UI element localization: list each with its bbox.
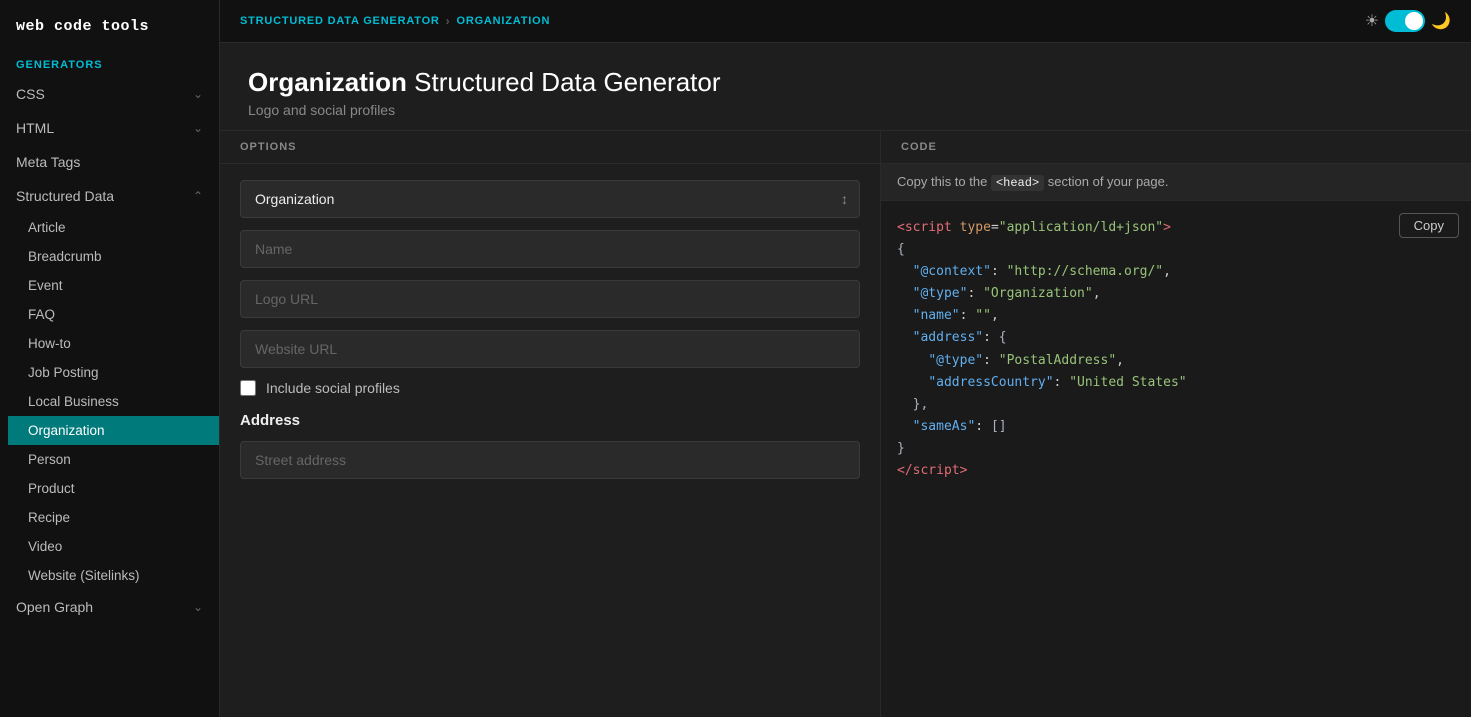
- type-select[interactable]: Organization Local Business Person Produ…: [240, 180, 860, 218]
- sidebar-item-job-posting[interactable]: Job Posting: [8, 358, 219, 387]
- name-input[interactable]: [240, 230, 860, 268]
- sidebar-item-person[interactable]: Person: [8, 445, 219, 474]
- sidebar-item-website-sitelinks[interactable]: Website (Sitelinks): [8, 561, 219, 590]
- code-notice-text: Copy this to the: [897, 174, 991, 189]
- copy-button[interactable]: Copy: [1399, 213, 1459, 238]
- sidebar-item-label: How-to: [28, 336, 71, 351]
- code-notice-suffix: section of your page.: [1044, 174, 1168, 189]
- chevron-down-icon: ⌄: [193, 600, 203, 614]
- topbar: STRUCTURED DATA GENERATOR › ORGANIZATION…: [220, 0, 1471, 43]
- chevron-down-icon: ⌄: [193, 121, 203, 135]
- app-logo: web code tools: [0, 0, 219, 49]
- code-notice: Copy this to the <head> section of your …: [881, 164, 1471, 201]
- sidebar-item-article[interactable]: Article: [8, 213, 219, 242]
- sidebar-item-label: FAQ: [28, 307, 55, 322]
- sidebar-item-label: Open Graph: [16, 599, 93, 615]
- sidebar-item-faq[interactable]: FAQ: [8, 300, 219, 329]
- sidebar-item-event[interactable]: Event: [8, 271, 219, 300]
- page-subtitle: Logo and social profiles: [248, 102, 1443, 118]
- code-panel: CODE Copy this to the <head> section of …: [881, 131, 1471, 717]
- name-field: [240, 230, 860, 268]
- sidebar-item-label: Event: [28, 278, 63, 293]
- sidebar-item-label: Local Business: [28, 394, 119, 409]
- logo-url-input[interactable]: [240, 280, 860, 318]
- code-panel-header: CODE: [881, 131, 1471, 164]
- sidebar-item-structured-data[interactable]: Structured Data ⌃: [0, 179, 219, 213]
- toggle-knob: [1405, 12, 1423, 30]
- sidebar-item-label: Video: [28, 539, 62, 554]
- sidebar: web code tools GENERATORS CSS ⌄ HTML ⌄ M…: [0, 0, 220, 717]
- breadcrumb-parent[interactable]: STRUCTURED DATA GENERATOR: [240, 15, 440, 27]
- type-select-wrapper: Organization Local Business Person Produ…: [240, 180, 860, 218]
- options-panel-header: OPTIONS: [220, 131, 880, 164]
- sidebar-item-open-graph[interactable]: Open Graph ⌄: [0, 590, 219, 624]
- breadcrumb-separator: ›: [446, 14, 451, 28]
- sidebar-item-label: Article: [28, 220, 66, 235]
- code-notice-head: <head>: [991, 175, 1044, 191]
- sidebar-item-breadcrumb[interactable]: Breadcrumb: [8, 242, 219, 271]
- address-section-label: Address: [240, 412, 860, 429]
- chevron-down-icon: ⌄: [193, 87, 203, 101]
- theme-toggle[interactable]: ☀ 🌙: [1365, 10, 1451, 32]
- sidebar-item-product[interactable]: Product: [8, 474, 219, 503]
- sidebar-item-label: Structured Data: [16, 188, 114, 204]
- sidebar-item-local-business[interactable]: Local Business: [8, 387, 219, 416]
- options-panel: OPTIONS Organization Local Business Pers…: [220, 131, 881, 717]
- sidebar-item-label: Website (Sitelinks): [28, 568, 140, 583]
- sidebar-item-video[interactable]: Video: [8, 532, 219, 561]
- chevron-up-icon: ⌃: [193, 189, 203, 203]
- dark-mode-toggle[interactable]: [1385, 10, 1425, 32]
- page-header: Organization Structured Data Generator L…: [220, 43, 1471, 131]
- sidebar-item-label: Job Posting: [28, 365, 99, 380]
- page-title: Organization Structured Data Generator: [248, 67, 1443, 98]
- logo-url-field: [240, 280, 860, 318]
- moon-icon: 🌙: [1431, 11, 1451, 31]
- sidebar-item-label: Recipe: [28, 510, 70, 525]
- panels: OPTIONS Organization Local Business Pers…: [220, 131, 1471, 717]
- sidebar-item-html[interactable]: HTML ⌄: [0, 111, 219, 145]
- street-address-field: [240, 441, 860, 479]
- sidebar-item-how-to[interactable]: How-to: [8, 329, 219, 358]
- options-body: Organization Local Business Person Produ…: [220, 164, 880, 495]
- website-url-field: [240, 330, 860, 368]
- generators-label: GENERATORS: [0, 49, 219, 77]
- include-social-label: Include social profiles: [266, 380, 400, 396]
- sidebar-item-label: HTML: [16, 120, 54, 136]
- include-social-checkbox-row[interactable]: Include social profiles: [240, 380, 860, 396]
- sidebar-item-label: Product: [28, 481, 75, 496]
- code-body: Copy <script type="application/ld+json">…: [881, 201, 1471, 717]
- page-title-bold: Organization: [248, 67, 407, 97]
- breadcrumb-current: ORGANIZATION: [456, 15, 550, 27]
- sidebar-item-meta-tags[interactable]: Meta Tags: [0, 145, 219, 179]
- sun-icon: ☀: [1365, 11, 1379, 31]
- sidebar-item-label: Breadcrumb: [28, 249, 102, 264]
- include-social-checkbox[interactable]: [240, 380, 256, 396]
- sidebar-item-label: Meta Tags: [16, 154, 80, 170]
- street-address-input[interactable]: [240, 441, 860, 479]
- main-content: STRUCTURED DATA GENERATOR › ORGANIZATION…: [220, 0, 1471, 717]
- sidebar-item-organization[interactable]: Organization: [8, 416, 219, 445]
- type-field: Organization Local Business Person Produ…: [240, 180, 860, 218]
- breadcrumb: STRUCTURED DATA GENERATOR › ORGANIZATION: [240, 14, 550, 28]
- sidebar-item-label: Organization: [28, 423, 105, 438]
- code-block: <script type="application/ld+json"> { "@…: [897, 217, 1455, 482]
- structured-data-subnav: Article Breadcrumb Event FAQ How-to Job …: [0, 213, 219, 590]
- sidebar-item-css[interactable]: CSS ⌄: [0, 77, 219, 111]
- sidebar-item-label: CSS: [16, 86, 45, 102]
- page-title-rest: Structured Data Generator: [407, 67, 721, 97]
- website-url-input[interactable]: [240, 330, 860, 368]
- sidebar-item-label: Person: [28, 452, 71, 467]
- sidebar-item-recipe[interactable]: Recipe: [8, 503, 219, 532]
